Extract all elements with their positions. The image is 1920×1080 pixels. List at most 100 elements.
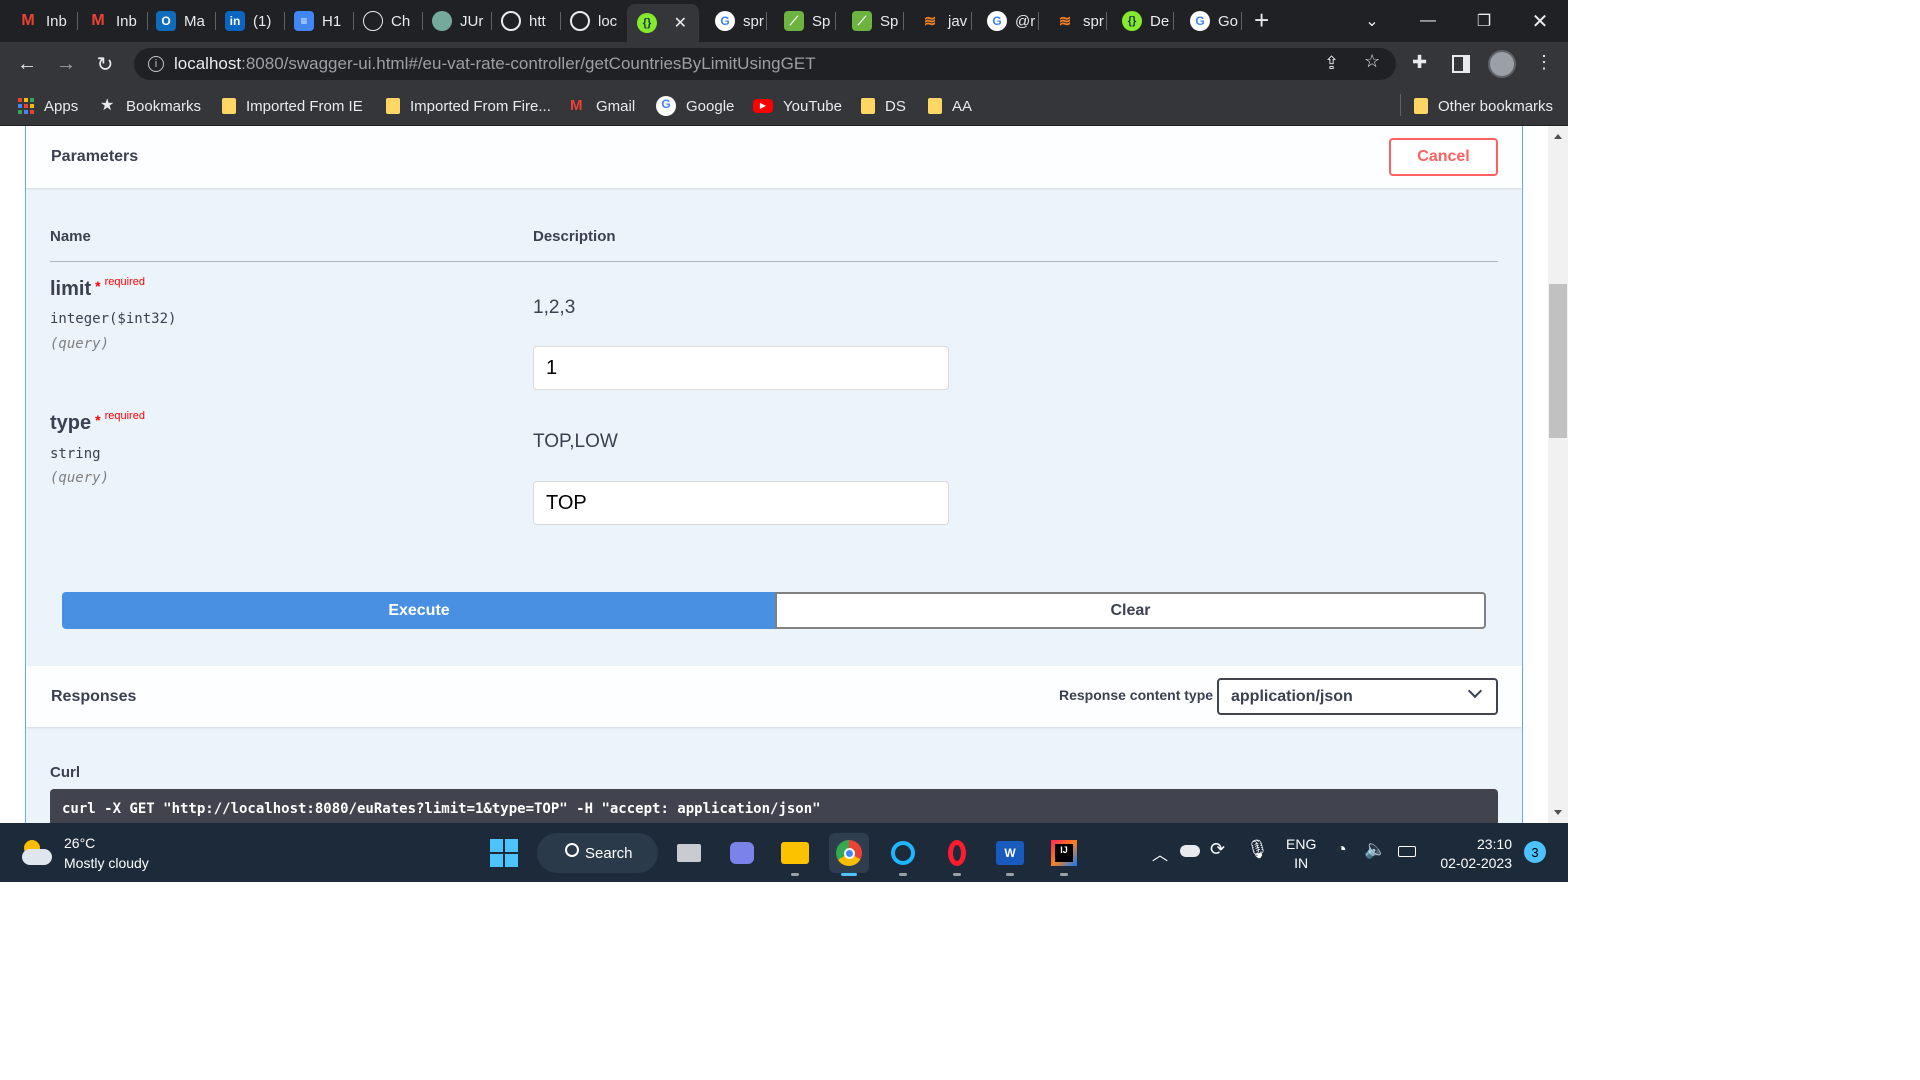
share-icon[interactable]: ⇪ bbox=[1324, 53, 1339, 74]
tab-gmail-2[interactable]: M Inb bbox=[70, 6, 148, 36]
response-content-type-select[interactable]: application/json bbox=[1217, 678, 1498, 715]
minimize-icon[interactable]: — bbox=[1400, 0, 1456, 42]
tab-label: Inb bbox=[46, 12, 67, 30]
url-text[interactable]: localhost:8080/swagger-ui.html#/eu-vat-r… bbox=[174, 54, 816, 74]
tab-label: Sp bbox=[812, 12, 831, 30]
tab-search-chevron-icon[interactable]: ⌄ bbox=[1344, 0, 1400, 42]
tab-label: htt bbox=[529, 12, 546, 30]
taskbar-search[interactable]: Search bbox=[537, 833, 658, 873]
execute-button[interactable]: Execute bbox=[62, 592, 776, 629]
limit-input[interactable] bbox=[533, 346, 949, 390]
bookmark-other[interactable]: Other bookmarks bbox=[1414, 94, 1553, 118]
bookmark-imported-firefox[interactable]: Imported From Fire... bbox=[386, 94, 551, 118]
bookmark-label: Apps bbox=[44, 97, 79, 115]
bookmark-aa[interactable]: AA bbox=[928, 94, 972, 118]
side-panel-icon[interactable] bbox=[1452, 55, 1470, 73]
spring-icon: ⟋ bbox=[852, 11, 872, 31]
tab-gmail-1[interactable]: M Inb bbox=[0, 6, 78, 36]
spring-icon: ⟋ bbox=[784, 11, 804, 31]
scroll-down-icon[interactable] bbox=[1554, 810, 1562, 815]
file-explorer-icon[interactable] bbox=[775, 833, 815, 876]
clear-button[interactable]: Clear bbox=[775, 592, 1486, 629]
battery-icon[interactable] bbox=[1398, 846, 1416, 857]
tab-stackoverflow-spring[interactable]: ≋ spr bbox=[1037, 6, 1107, 36]
tab-localhost[interactable]: loc bbox=[552, 6, 630, 36]
globe-icon bbox=[570, 11, 590, 31]
bookmark-ds[interactable]: DS bbox=[861, 94, 906, 118]
scroll-up-icon[interactable] bbox=[1554, 134, 1562, 139]
time-text: 23:10 bbox=[1476, 836, 1512, 852]
tab-label: De bbox=[1150, 12, 1170, 30]
scrollbar-thumb[interactable] bbox=[1549, 284, 1567, 438]
param-limit-description: 1,2,3 bbox=[533, 297, 576, 318]
type-input[interactable] bbox=[533, 481, 949, 525]
chrome-icon[interactable] bbox=[829, 833, 869, 876]
bookmark-youtube[interactable]: ▶ YouTube bbox=[753, 94, 842, 118]
forward-arrow-icon[interactable]: → bbox=[51, 49, 81, 79]
docs-icon: ≡ bbox=[294, 11, 314, 31]
globe-icon bbox=[501, 11, 521, 31]
page-scrollbar[interactable] bbox=[1548, 126, 1568, 823]
star-icon: ★ bbox=[100, 97, 115, 114]
tab-google-go[interactable]: G Go bbox=[1172, 6, 1242, 36]
bookmark-apps[interactable]: Apps bbox=[18, 94, 78, 118]
openai-icon bbox=[432, 11, 452, 31]
reload-icon[interactable]: ↻ bbox=[90, 49, 120, 79]
tab-swagger-de[interactable]: {} De bbox=[1104, 6, 1174, 36]
tab-spring-1[interactable]: ⟋ Sp bbox=[766, 6, 836, 36]
onedrive-cloud-icon[interactable] bbox=[1180, 845, 1200, 857]
tab-spring-2[interactable]: ⟋ Sp bbox=[834, 6, 904, 36]
tray-overflow-chevron-icon[interactable]: ︿ bbox=[1152, 841, 1168, 865]
bookmark-bookmarks[interactable]: ★ Bookmarks bbox=[100, 94, 201, 118]
tab-chatgpt[interactable]: Ch bbox=[345, 6, 423, 36]
windows-start-icon[interactable] bbox=[484, 833, 524, 873]
select-value: application/json bbox=[1231, 687, 1353, 705]
close-tab-icon[interactable]: ✕ bbox=[674, 13, 687, 33]
bookmark-google[interactable]: G Google bbox=[656, 94, 734, 118]
microphone-icon[interactable]: 🎙 bbox=[1246, 839, 1269, 860]
tab-google-at[interactable]: G @r bbox=[969, 6, 1039, 36]
restore-icon[interactable]: ❐ bbox=[1456, 0, 1512, 42]
bookmark-star-icon[interactable]: ☆ bbox=[1364, 51, 1380, 72]
volume-icon[interactable]: 🔈 bbox=[1364, 839, 1386, 860]
cortana-icon[interactable] bbox=[883, 833, 923, 876]
youtube-icon: ▶ bbox=[753, 99, 773, 113]
column-header-description: Description bbox=[533, 228, 616, 245]
tab-google-spring[interactable]: G spr bbox=[697, 6, 767, 36]
chrome-menu-icon[interactable]: ⋮ bbox=[1535, 52, 1553, 73]
wifi-icon[interactable]: ◔ bbox=[1336, 839, 1347, 860]
opera-icon[interactable] bbox=[937, 833, 977, 876]
bookmark-gmail[interactable]: M Gmail bbox=[570, 94, 635, 118]
tab-http[interactable]: htt bbox=[483, 6, 561, 36]
address-bar[interactable]: i localhost:8080/swagger-ui.html#/eu-vat… bbox=[134, 48, 1396, 80]
tab-label: spr bbox=[1083, 12, 1104, 30]
tab-swagger-active[interactable]: {} ✕ bbox=[627, 4, 699, 42]
linkedin-icon: in bbox=[225, 11, 245, 31]
tab-outlook[interactable]: O Ma bbox=[138, 6, 216, 36]
profile-avatar[interactable] bbox=[1488, 50, 1516, 78]
tab-stackoverflow-java[interactable]: ≋ jav bbox=[902, 6, 972, 36]
weather-text: Mostly cloudy bbox=[64, 855, 149, 871]
site-info-icon[interactable]: i bbox=[148, 56, 164, 72]
tab-docs[interactable]: ≡ H1 bbox=[276, 6, 354, 36]
notification-badge[interactable]: 3 bbox=[1524, 841, 1546, 863]
language-indicator[interactable]: ENG IN bbox=[1286, 835, 1316, 873]
weather-widget[interactable]: 26°C Mostly cloudy bbox=[20, 833, 149, 873]
extensions-puzzle-icon[interactable]: ✚ bbox=[1412, 52, 1427, 73]
search-icon bbox=[565, 843, 579, 857]
intellij-icon[interactable]: IJ bbox=[1044, 833, 1084, 876]
bookmark-label: AA bbox=[952, 97, 973, 115]
tab-linkedin[interactable]: in (1) bbox=[207, 6, 285, 36]
back-arrow-icon[interactable]: ← bbox=[12, 49, 42, 79]
tab-label: Ch bbox=[391, 12, 411, 30]
teams-chat-icon[interactable] bbox=[722, 833, 762, 873]
window-close-icon[interactable]: ✕ bbox=[1512, 0, 1568, 42]
cancel-button[interactable]: Cancel bbox=[1389, 138, 1498, 176]
bookmark-imported-ie[interactable]: Imported From IE bbox=[222, 94, 363, 118]
tab-chatgpt-2[interactable]: JUr bbox=[414, 6, 492, 36]
clock[interactable]: 23:10 02-02-2023 bbox=[1434, 835, 1512, 873]
task-view-icon[interactable] bbox=[669, 833, 709, 873]
sync-icon[interactable]: ⟳ bbox=[1210, 839, 1225, 860]
new-tab-icon[interactable]: + bbox=[1254, 6, 1269, 34]
word-icon[interactable]: W bbox=[990, 833, 1030, 876]
